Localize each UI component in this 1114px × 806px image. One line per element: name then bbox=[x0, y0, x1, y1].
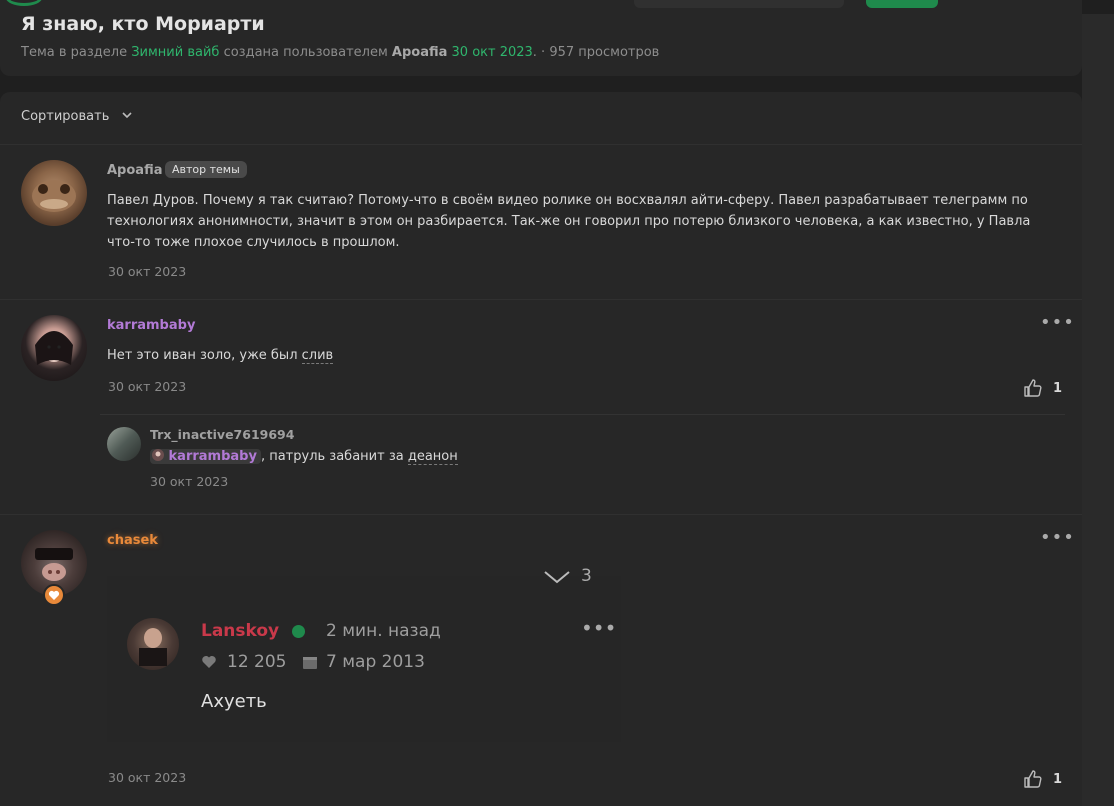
thumbs-up-icon bbox=[1024, 770, 1042, 788]
reply-text: karrambaby , патруль забанит за деанон bbox=[150, 449, 458, 465]
post-username[interactable]: Apoafia bbox=[107, 163, 162, 178]
avatar-image bbox=[32, 180, 76, 212]
meta-dot: . · bbox=[532, 45, 546, 60]
heart-icon bbox=[202, 656, 216, 668]
like-button[interactable]: 1 bbox=[1023, 378, 1062, 398]
mention-avatar-icon bbox=[152, 449, 164, 461]
post-text-link[interactable]: слив bbox=[301, 348, 334, 364]
thread-header: Я знаю, кто Мориарти Тема в разделе Зимн… bbox=[0, 0, 1082, 76]
embedded-screenshot[interactable]: 3 Lanskoy 2 мин. назад ••• 12 205 7 мар … bbox=[107, 566, 621, 742]
online-status-icon bbox=[292, 625, 305, 638]
heart-badge-icon bbox=[43, 584, 65, 606]
like-button[interactable]: 1 bbox=[1023, 769, 1062, 789]
chevron-down-icon bbox=[121, 112, 132, 119]
reply-avatar[interactable] bbox=[107, 427, 141, 461]
divider bbox=[0, 514, 1082, 515]
calendar-icon bbox=[303, 657, 317, 669]
section-link[interactable]: Зимний вайб bbox=[131, 45, 219, 60]
mention-name: karrambaby bbox=[168, 449, 257, 464]
embed-likes: 12 205 bbox=[227, 652, 287, 672]
divider bbox=[0, 299, 1082, 300]
sort-label: Сортировать bbox=[21, 109, 110, 124]
mention-link[interactable]: karrambaby bbox=[150, 449, 261, 464]
like-count: 1 bbox=[1053, 771, 1063, 787]
post-text: Нет это иван золо, уже был слив bbox=[107, 345, 334, 366]
embed-avatar bbox=[127, 618, 179, 670]
post-username[interactable]: karrambaby bbox=[107, 318, 195, 333]
author-badge: Автор темы bbox=[165, 161, 247, 178]
logo-icon[interactable] bbox=[6, 0, 42, 6]
header-action-button[interactable] bbox=[866, 0, 938, 8]
thread-meta: Тема в разделе Зимний вайб создана польз… bbox=[21, 45, 659, 60]
post-date[interactable]: 30 окт 2023 bbox=[108, 770, 186, 785]
sort-dropdown[interactable]: Сортировать bbox=[21, 109, 132, 124]
like-count: 1 bbox=[1053, 380, 1063, 396]
thread-date[interactable]: 30 окт 2023 bbox=[452, 45, 533, 60]
post-text: Павел Дуров. Почему я так считаю? Потому… bbox=[107, 193, 1031, 250]
views-count: 957 просмотров bbox=[549, 45, 660, 60]
thumbs-up-icon bbox=[1024, 379, 1042, 397]
avatar[interactable] bbox=[21, 315, 87, 381]
embed-more-icon: ••• bbox=[581, 616, 617, 640]
embed-time: 2 мин. назад bbox=[326, 621, 441, 641]
post-date[interactable]: 30 окт 2023 bbox=[108, 264, 186, 279]
post-username[interactable]: chasek bbox=[107, 533, 158, 548]
reply-date[interactable]: 30 окт 2023 bbox=[150, 474, 228, 489]
reply-text-link[interactable]: деанон bbox=[407, 449, 458, 465]
search-input[interactable] bbox=[634, 0, 844, 8]
divider bbox=[100, 414, 1065, 415]
embed-date: 7 мар 2013 bbox=[326, 652, 425, 672]
post-text-main: Нет это иван золо, уже был bbox=[107, 348, 302, 363]
embed-text: Ахуеть bbox=[201, 691, 267, 712]
reply-username[interactable]: Trx_inactive7619694 bbox=[150, 427, 294, 442]
embed-top-glyph: 3 bbox=[581, 566, 592, 586]
meta-prefix: Тема в разделе bbox=[21, 45, 128, 60]
posts-container: Сортировать Apoafia Автор темы Павел Дур… bbox=[0, 92, 1082, 806]
more-options-icon[interactable]: ••• bbox=[1040, 527, 1075, 548]
reply-text-main: , патруль забанит за bbox=[260, 449, 408, 464]
meta-created-by: создана пользователем bbox=[223, 45, 388, 60]
divider bbox=[0, 144, 1082, 145]
embed-username: Lanskoy bbox=[201, 621, 280, 641]
avatar-image bbox=[35, 331, 73, 365]
chevron-down-icon bbox=[544, 571, 570, 584]
post-date[interactable]: 30 окт 2023 bbox=[108, 379, 186, 394]
page-title: Я знаю, кто Мориарти bbox=[21, 13, 265, 35]
scrollbar-track[interactable] bbox=[1082, 14, 1114, 806]
author-link[interactable]: Apoafia bbox=[392, 45, 447, 60]
more-options-icon[interactable]: ••• bbox=[1040, 312, 1075, 333]
avatar[interactable] bbox=[21, 160, 87, 226]
